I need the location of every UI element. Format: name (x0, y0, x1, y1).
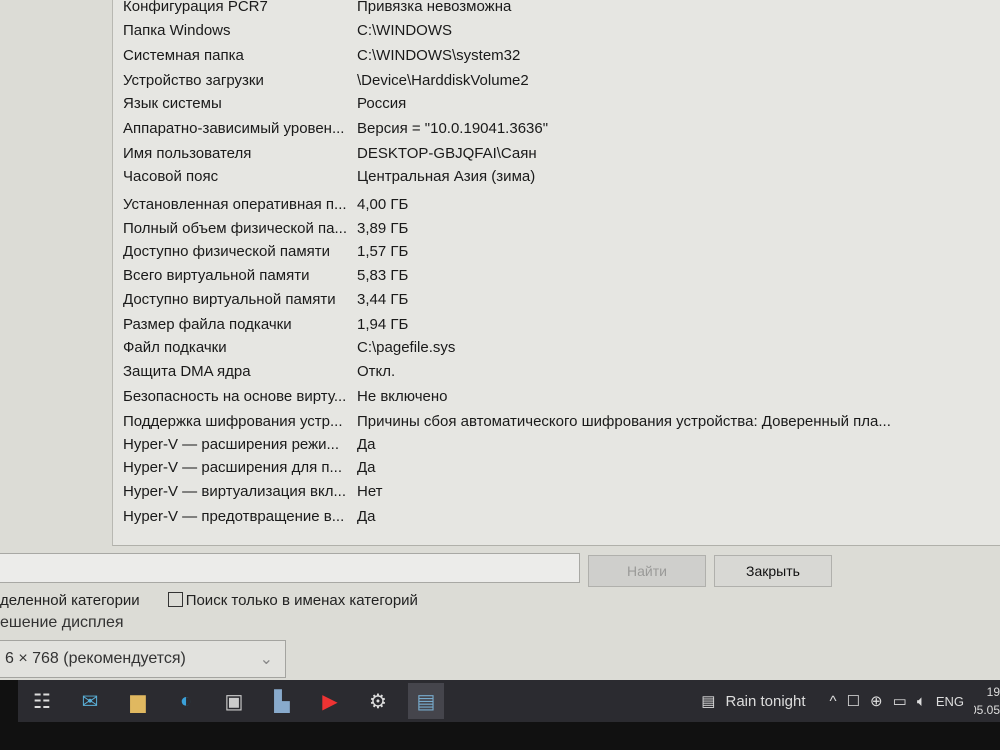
search-input[interactable] (0, 553, 580, 583)
language-indicator[interactable]: ENG (936, 694, 964, 709)
item-name: Hyper-V — расширения режи... (123, 436, 340, 453)
item-value: Да (357, 436, 376, 453)
battery-icon[interactable]: ▭ (893, 692, 907, 710)
item-value: 5,83 ГБ (357, 267, 409, 284)
screen: Конфигурация PCR7 Привязка невозможна Папк… (0, 0, 1000, 680)
item-value: C:\WINDOWS\system32 (357, 47, 521, 64)
names-only-label: Поиск только в именах категорий (185, 592, 418, 609)
close-button[interactable]: Закрыть (714, 555, 832, 587)
item-name: Доступно виртуальной памяти (123, 291, 336, 308)
display-resolution-label: ешение дисплея (0, 614, 124, 631)
youtube-icon[interactable]: ▶ (312, 683, 348, 719)
item-name: Язык системы (123, 95, 222, 112)
item-value: 1,57 ГБ (357, 243, 409, 260)
taskbar: ☷ ✉ ▆ ◐ ▣ ▙ ▶ ⚙ ▤ ▤ Rain tonight ^ ☐ ⊕ ▭… (18, 680, 1000, 722)
item-value: Версия = "10.0.19041.3636" (357, 120, 549, 137)
item-value: Да (357, 508, 376, 525)
item-name: Аппаратно-зависимый уровен... (123, 120, 345, 137)
checkbox[interactable] (167, 592, 183, 607)
volume-icon[interactable]: 🔈︎ (917, 693, 926, 710)
task-view-icon[interactable]: ☷ (24, 683, 60, 719)
file-explorer-icon[interactable]: ▆ (120, 683, 156, 719)
app-icon[interactable]: ▙ (264, 683, 300, 719)
item-value: C:\WINDOWS (357, 22, 452, 39)
resolution-dropdown[interactable]: 6 × 768 (рекомендуется) ⌄ (0, 640, 286, 678)
item-name: Размер файла подкачки (123, 316, 292, 333)
chevron-down-icon: ⌄ (259, 651, 273, 668)
item-name: Установленная оперативная п... (123, 196, 347, 213)
chevron-up-icon[interactable]: ^ (830, 693, 837, 710)
find-button[interactable]: Найти (588, 555, 706, 587)
item-value: Да (357, 459, 376, 476)
settings-icon[interactable]: ⚙ (360, 683, 396, 719)
item-value: DESKTOP-GBJQFAI\Саян (357, 145, 537, 162)
mail-icon[interactable]: ✉ (72, 683, 108, 719)
system-summary-list: Конфигурация PCR7 Привязка невозможна Папк… (112, 0, 1000, 546)
store-icon[interactable]: ▣ (216, 683, 252, 719)
resolution-value: 6 × 768 (рекомендуется) (5, 650, 186, 667)
item-name: Папка Windows (123, 22, 231, 39)
system-info-icon[interactable]: ▤ (408, 683, 444, 719)
item-name: Hyper-V — расширения для п... (123, 459, 343, 476)
item-name: Безопасность на основе вирту... (123, 388, 347, 405)
item-name: Защита DMA ядра (123, 363, 251, 380)
names-only-option[interactable]: Поиск только в именах категорий (167, 592, 418, 609)
item-name: Файл подкачки (123, 339, 227, 356)
item-name: Всего виртуальной памяти (123, 267, 310, 284)
item-name: Имя пользователя (123, 145, 252, 162)
item-value: 1,94 ГБ (357, 316, 409, 333)
item-name: Hyper-V — предотвращение в... (123, 508, 345, 525)
item-value: Россия (357, 95, 407, 112)
item-value: Откл. (357, 363, 396, 380)
item-name: Полный объем физической па... (123, 220, 348, 237)
item-value: \Device\HarddiskVolume2 (357, 72, 529, 89)
item-name: Часовой пояс (123, 168, 219, 185)
item-value: Нет (357, 483, 383, 500)
item-name: Hyper-V — виртуализация вкл... (123, 483, 346, 500)
item-value: C:\pagefile.sys (357, 339, 456, 356)
item-value: 4,00 ГБ (357, 196, 409, 213)
search-selected-category-option[interactable]: деленной категории (0, 592, 140, 609)
date: 05.05 (974, 703, 1000, 717)
weather-text[interactable]: Rain tonight (725, 693, 805, 710)
news-icon[interactable]: ▤ (701, 692, 715, 710)
clock[interactable]: 19 05.05 (974, 683, 1000, 719)
edge-icon[interactable]: ◐ (168, 683, 204, 719)
item-value: 3,44 ГБ (357, 291, 409, 308)
item-name: Поддержка шифрования устр... (123, 413, 343, 430)
item-name: Системная папка (123, 47, 244, 64)
item-value: Привязка невозможна (357, 0, 512, 15)
item-name: Конфигурация PCR7 (123, 0, 268, 15)
item-name: Доступно физической памяти (123, 243, 331, 260)
time: 19 (986, 685, 1000, 699)
item-value: Не включено (357, 388, 448, 405)
item-value: 3,89 ГБ (357, 220, 409, 237)
globe-icon[interactable]: ⊕ (870, 692, 883, 710)
item-name: Устройство загрузки (123, 72, 264, 89)
microphone-icon[interactable]: ☐ (847, 692, 860, 710)
item-value: Причины сбоя автоматического шифрования … (357, 413, 891, 430)
item-value: Центральная Азия (зима) (357, 168, 536, 185)
